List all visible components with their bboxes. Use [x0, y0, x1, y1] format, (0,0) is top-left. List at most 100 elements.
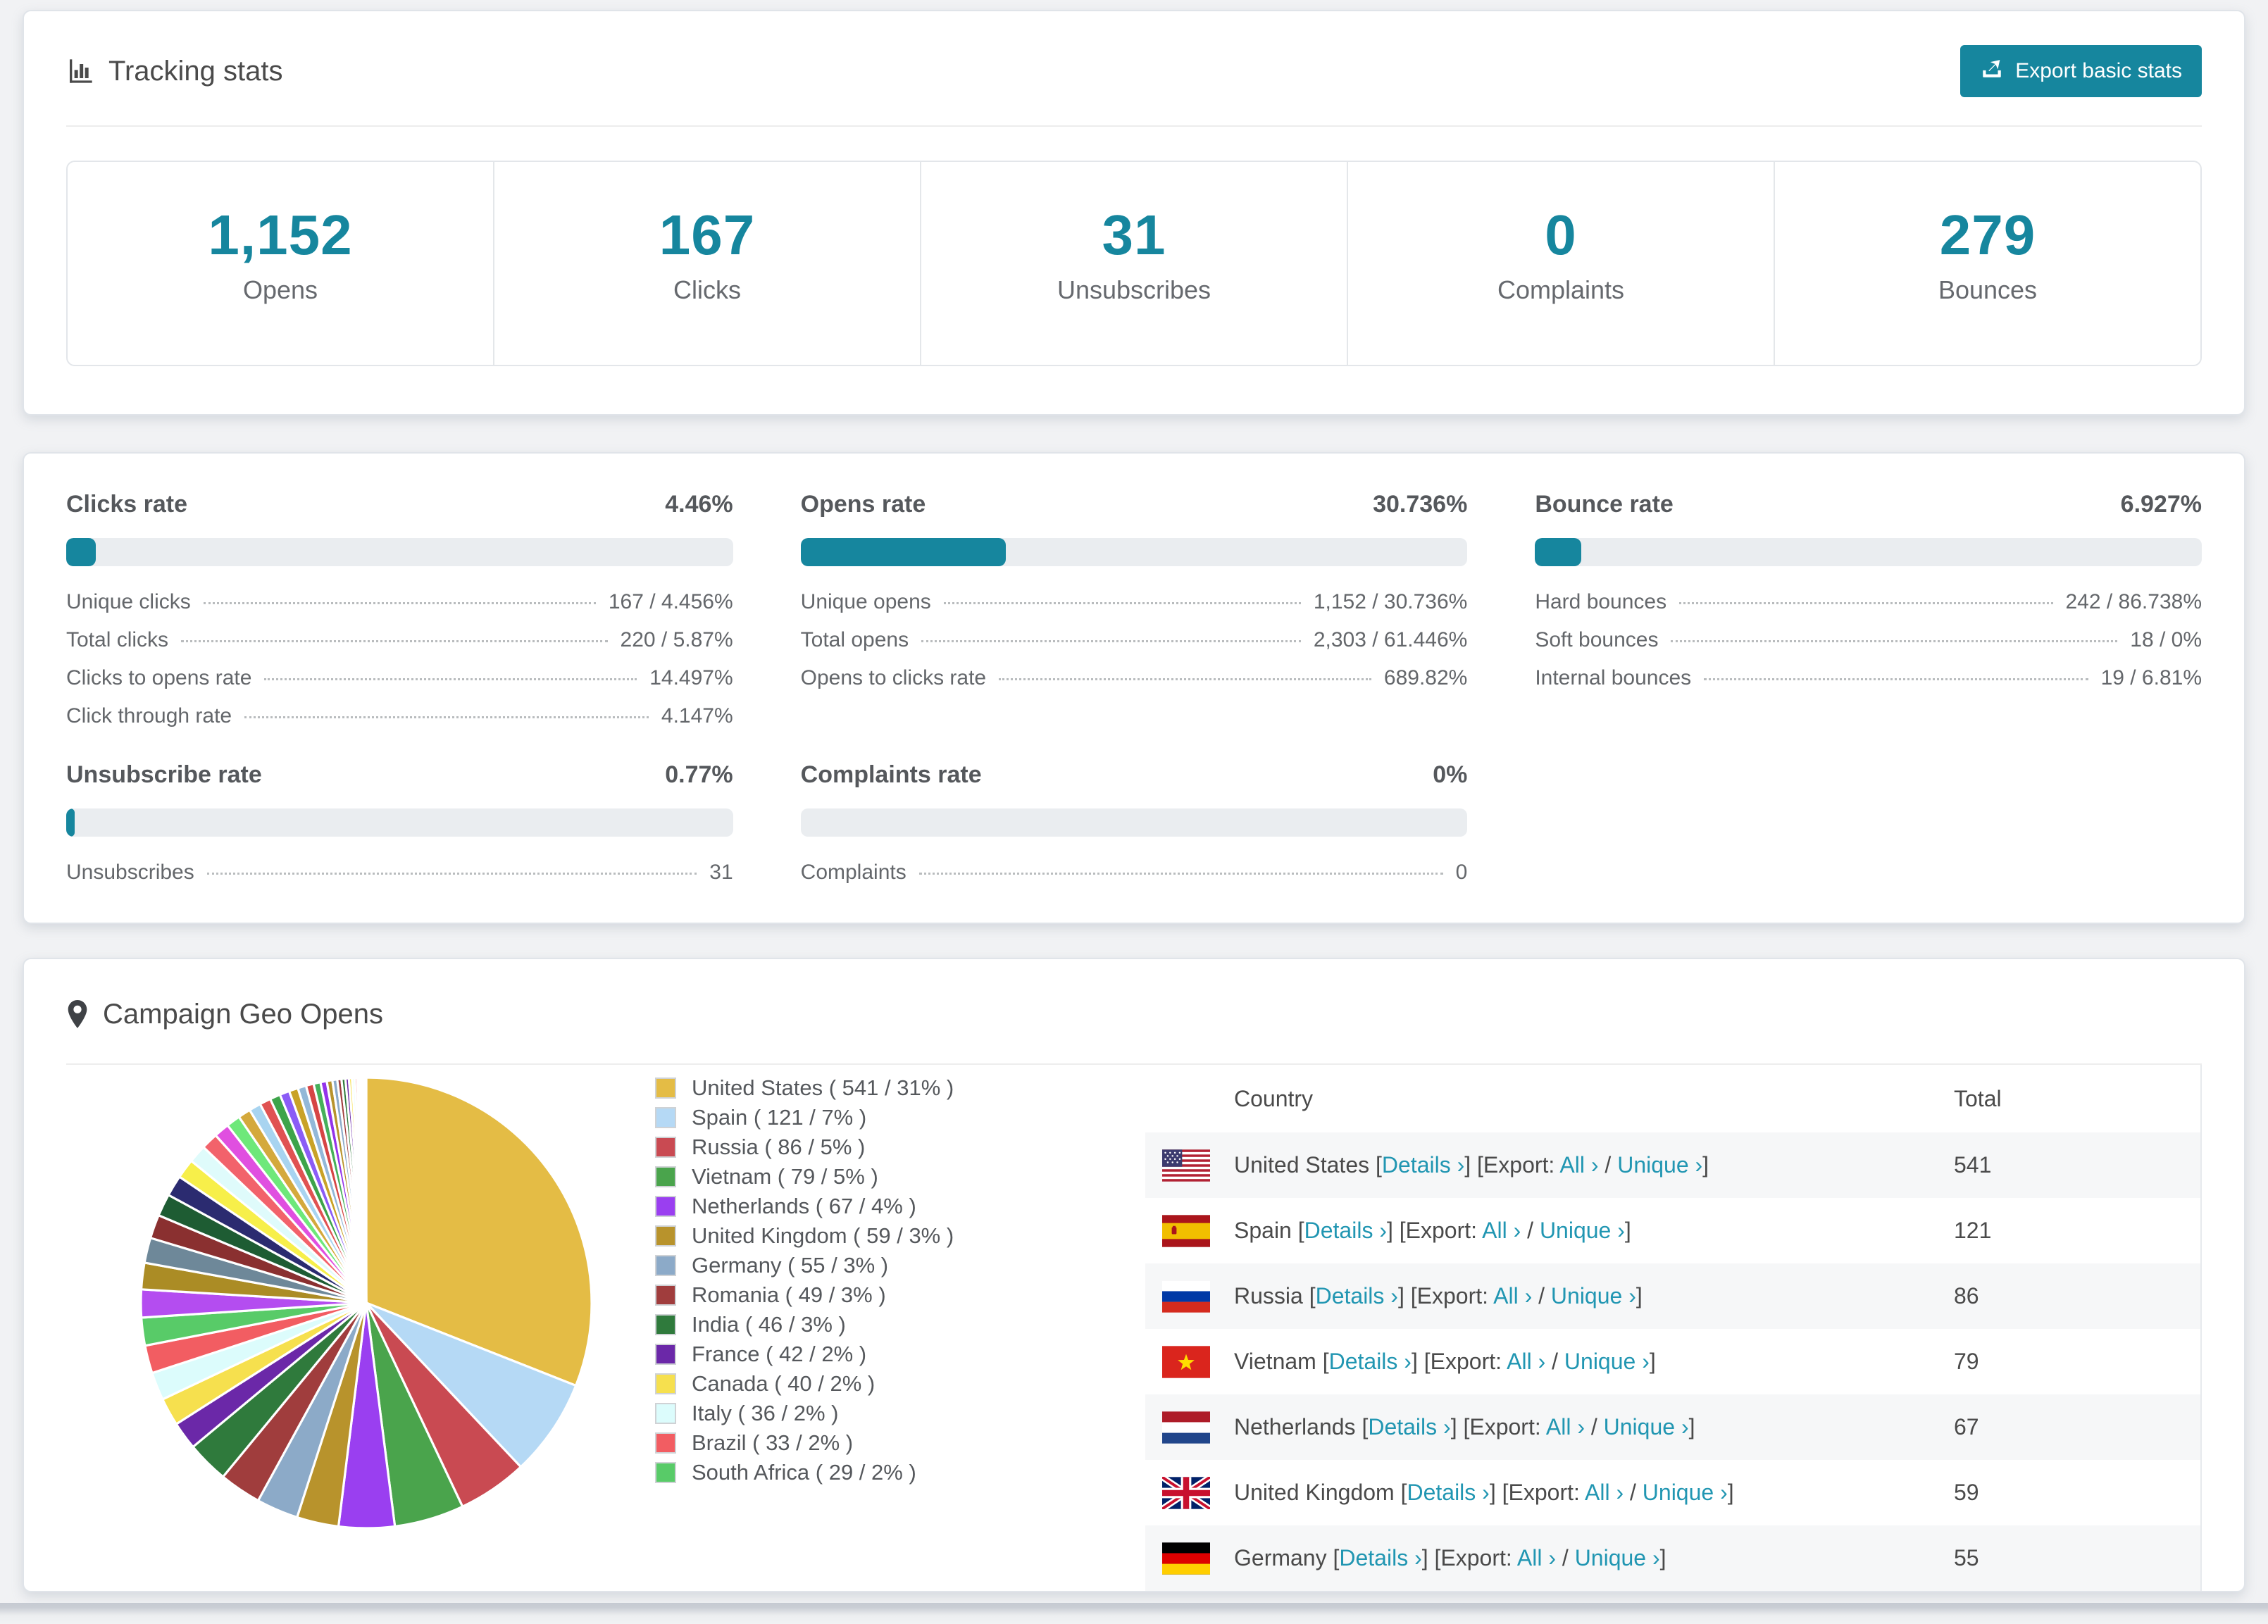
legend-label: Canada ( 40 / 2% ): [692, 1371, 876, 1396]
flag-icon-vn: [1162, 1345, 1210, 1378]
export-all-link-us[interactable]: All ›: [1559, 1152, 1598, 1178]
country-name: Spain: [1234, 1218, 1292, 1243]
rate-stat-row-complaints: Complaints 0: [801, 862, 1468, 883]
country-cell: United Kingdom [Details ›] [Export: All …: [1145, 1476, 1954, 1509]
rate-block-complaints-rate: Complaints rate 0% Complaints 0: [800, 761, 1468, 883]
country-total: 67: [1954, 1414, 1979, 1439]
flag-icon-us: [1162, 1149, 1210, 1182]
rate-value: 6.927%: [2120, 491, 2202, 518]
table-header-row: Country Total: [1145, 1065, 2200, 1132]
legend-swatch: [655, 1344, 676, 1365]
dotted-leader: [206, 873, 697, 875]
rate-title: Bounce rate: [1535, 491, 1674, 518]
details-link-vn[interactable]: Details ›: [1329, 1349, 1412, 1374]
flag-icon-nl: [1162, 1411, 1210, 1444]
table-row-germany: Germany [Details ›] [Export: All › / Uni…: [1145, 1525, 2200, 1591]
rate-stat-label: Total opens: [800, 628, 909, 651]
legend-item-romania: Romania ( 49 / 3% ): [655, 1283, 1066, 1307]
stat-label: Bounces: [1938, 275, 2038, 304]
summary-stat-clicks: 167 Clicks: [493, 162, 920, 365]
legend-swatch: [655, 1432, 676, 1454]
export-all-link-de[interactable]: All ›: [1517, 1545, 1556, 1570]
details-link-nl[interactable]: Details ›: [1368, 1414, 1450, 1439]
country-cell: Netherlands [Details ›] [Export: All › /…: [1145, 1411, 1954, 1444]
rate-stat-row-click-through-rate: Click through rate 4.147%: [66, 706, 733, 727]
legend-label: Russia ( 86 / 5% ): [692, 1135, 866, 1159]
table-row-vietnam: Vietnam [Details ›] [Export: All › / Uni…: [1145, 1329, 2200, 1394]
details-link-us[interactable]: Details ›: [1382, 1152, 1464, 1178]
email-tracking-dashboard: { "accent_color": "#16869e", "link_color…: [0, 10, 2268, 1624]
legend-label: United Kingdom ( 59 / 3% ): [692, 1223, 954, 1248]
campaign-geo-opens-card: Campaign Geo Opens United States ( 541 /…: [23, 958, 2245, 1592]
geo-title-wrap: Campaign Geo Opens: [66, 993, 383, 1035]
export-icon: [1980, 56, 2004, 86]
rate-title: Unsubscribe rate: [66, 761, 262, 788]
dotted-leader: [244, 716, 649, 718]
legend-swatch: [655, 1314, 676, 1335]
country-row-text: United Kingdom [Details ›] [Export: All …: [1234, 1480, 1734, 1505]
details-link-de[interactable]: Details ›: [1339, 1545, 1421, 1570]
column-header-total: Total: [1954, 1085, 2002, 1111]
stat-label: Clicks: [673, 275, 741, 304]
country-row-text: Germany [Details ›] [Export: All › / Uni…: [1234, 1545, 1666, 1570]
export-unique-link-us[interactable]: Unique ›: [1617, 1152, 1702, 1178]
export-all-link-nl[interactable]: All ›: [1546, 1414, 1585, 1439]
export-unique-link-vn[interactable]: Unique ›: [1564, 1349, 1650, 1374]
stat-value: 1,152: [208, 204, 353, 266]
export-all-link-vn[interactable]: All ›: [1507, 1349, 1545, 1374]
table-row-spain: Spain [Details ›] [Export: All › / Uniqu…: [1145, 1198, 2200, 1263]
legend-item-india: India ( 46 / 3% ): [655, 1313, 1066, 1337]
legend-item-italy: Italy ( 36 / 2% ): [655, 1401, 1066, 1425]
rate-stat-row-internal-bounces: Internal bounces 19 / 6.81%: [1535, 668, 2202, 689]
legend-swatch: [655, 1196, 676, 1217]
details-link-gb[interactable]: Details ›: [1407, 1480, 1489, 1505]
geo-opens-pie-chart: [134, 1070, 599, 1541]
export-button-label: Export basic stats: [2015, 59, 2182, 82]
flag-icon-es: [1162, 1214, 1210, 1247]
export-basic-stats-button[interactable]: Export basic stats: [1960, 45, 2202, 97]
export-all-link-ru[interactable]: All ›: [1493, 1283, 1532, 1308]
legend-item-russia: Russia ( 86 / 5% ): [655, 1135, 1066, 1159]
export-all-link-es[interactable]: All ›: [1482, 1218, 1521, 1243]
legend-swatch: [655, 1285, 676, 1306]
legend-item-vietnam: Vietnam ( 79 / 5% ): [655, 1165, 1066, 1189]
details-link-es[interactable]: Details ›: [1304, 1218, 1387, 1243]
dotted-leader: [943, 602, 1301, 604]
dotted-leader: [1704, 678, 2088, 680]
legend-item-canada: Canada ( 40 / 2% ): [655, 1372, 1066, 1396]
geo-header: Campaign Geo Opens: [66, 993, 2202, 1035]
country-total: 55: [1954, 1545, 1979, 1570]
legend-swatch: [655, 1225, 676, 1247]
country-name: Vietnam: [1234, 1349, 1316, 1374]
export-unique-link-es[interactable]: Unique ›: [1540, 1218, 1625, 1243]
legend-label: South Africa ( 29 / 2% ): [692, 1460, 916, 1485]
legend-item-netherlands: Netherlands ( 67 / 4% ): [655, 1194, 1066, 1218]
country-cell: United States [Details ›] [Export: All ›…: [1145, 1149, 1954, 1182]
legend-item-brazil: Brazil ( 33 / 2% ): [655, 1431, 1066, 1455]
rate-stat-label: Complaints: [800, 861, 906, 884]
export-unique-link-ru[interactable]: Unique ›: [1551, 1283, 1636, 1308]
rate-title: Clicks rate: [66, 491, 187, 518]
export-unique-link-gb[interactable]: Unique ›: [1643, 1480, 1728, 1505]
country-total: 86: [1954, 1283, 1979, 1308]
details-link-ru[interactable]: Details ›: [1316, 1283, 1398, 1308]
rate-value: 0.77%: [665, 761, 733, 788]
table-row-united-states: United States [Details ›] [Export: All ›…: [1145, 1132, 2200, 1198]
dotted-leader: [921, 640, 1301, 642]
rate-stat-value: 18 / 0%: [2130, 628, 2202, 651]
rate-stat-value: 0: [1455, 861, 1468, 884]
geo-section-title: Campaign Geo Opens: [103, 999, 384, 1030]
tracking-stats-header: Tracking stats Export basic stats: [66, 45, 2202, 97]
country-total: 59: [1954, 1480, 1979, 1505]
legend-item-united-kingdom: United Kingdom ( 59 / 3% ): [655, 1224, 1066, 1248]
progress-bar-unsubscribe-rate: [66, 808, 733, 837]
export-all-link-gb[interactable]: All ›: [1585, 1480, 1624, 1505]
geo-country-table: Country Total United States [Details ›] …: [1145, 1065, 2202, 1591]
rate-stat-label: Clicks to opens rate: [66, 666, 252, 689]
export-unique-link-de[interactable]: Unique ›: [1575, 1545, 1660, 1570]
export-unique-link-nl[interactable]: Unique ›: [1604, 1414, 1689, 1439]
legend-label: Spain ( 121 / 7% ): [692, 1105, 867, 1130]
rate-stat-label: Hard bounces: [1535, 590, 1667, 613]
legend-swatch: [655, 1078, 676, 1099]
pie-legend: United States ( 541 / 31% ) Spain ( 121 /…: [655, 1076, 1066, 1490]
